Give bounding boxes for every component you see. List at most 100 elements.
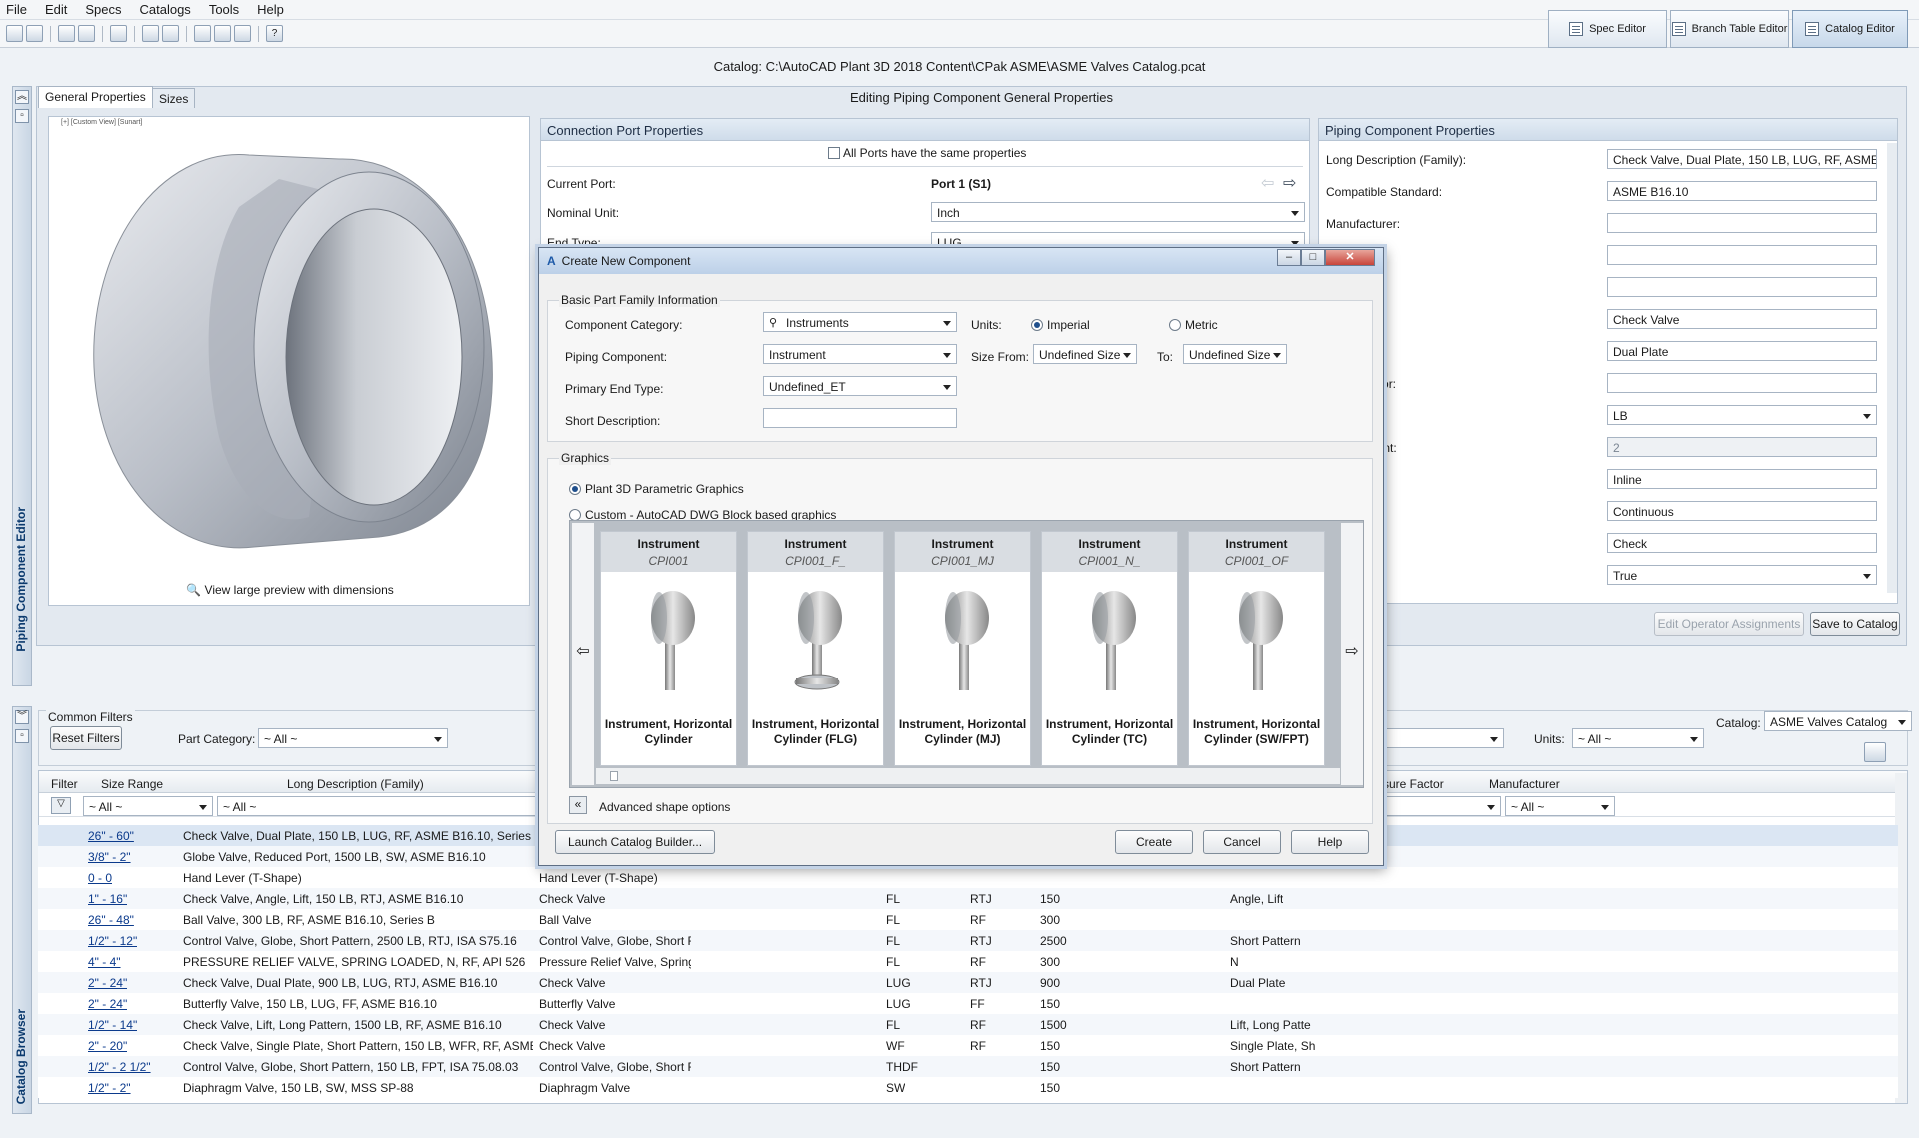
col-long-description[interactable]: Long Description (Family) (287, 777, 424, 791)
primary-end-type-select[interactable]: Undefined_ET (763, 376, 957, 396)
filter-funnel-icon[interactable]: ▽ (51, 797, 71, 814)
print-icon[interactable] (110, 25, 127, 42)
table-row[interactable]: 1" - 16" Check Valve, Angle, Lift, 150 LB… (38, 888, 1898, 909)
table-row[interactable]: 2" - 24" Butterfly Valve, 150 LB, LUG, FF… (38, 993, 1898, 1014)
tab-catalog-editor[interactable]: Catalog Editor (1792, 10, 1908, 48)
properties-scrollbar[interactable] (1887, 143, 1897, 593)
save-icon[interactable] (58, 25, 75, 42)
property-value-field[interactable]: True (1607, 565, 1877, 585)
size-to-select[interactable]: Undefined Size (1183, 344, 1287, 364)
prev-port-arrow-icon[interactable]: ⇦ (1261, 173, 1274, 193)
restore-icon[interactable]: ▫ (15, 729, 29, 743)
table-row[interactable]: 4" - 4" PRESSURE RELIEF VALVE, SPRING LOA… (38, 951, 1898, 972)
reset-filters-button[interactable]: Reset Filters (50, 726, 122, 750)
advanced-toggle-icon[interactable]: « (569, 796, 587, 814)
table-row[interactable]: 1/2" - 12" Control Valve, Globe, Short Pa… (38, 930, 1898, 951)
size-from-select[interactable]: Undefined Size (1033, 344, 1137, 364)
preview-link[interactable]: 🔍 View large preview with dimensions (49, 583, 531, 597)
property-value-field[interactable]: Check Valve, Dual Plate, 150 LB, LUG, RF… (1607, 149, 1877, 169)
table-row[interactable]: 2" - 24" Check Valve, Dual Plate, 900 LB,… (38, 972, 1898, 993)
shape-card[interactable]: Instrument CPI001 Instrument, Horizontal C… (600, 531, 737, 766)
scroll-thumb[interactable] (610, 771, 618, 781)
help-button[interactable]: Help (1291, 830, 1369, 854)
property-value-field[interactable] (1607, 213, 1877, 233)
export-icon[interactable] (162, 25, 179, 42)
tab-sizes[interactable]: Sizes (152, 88, 196, 108)
cancel-button[interactable]: Cancel (1203, 830, 1281, 854)
save-all-icon[interactable] (78, 25, 95, 42)
parametric-graphics-radio[interactable]: Plant 3D Parametric Graphics (569, 482, 744, 496)
menu-edit[interactable]: Edit (45, 2, 67, 17)
property-value-field[interactable] (1607, 373, 1877, 393)
property-value-field[interactable] (1607, 277, 1877, 297)
cell-size[interactable]: 2" - 24" (88, 976, 127, 990)
property-value-field[interactable]: Inline (1607, 469, 1877, 489)
cell-size[interactable]: 4" - 4" (88, 955, 121, 969)
cell-size[interactable]: 2" - 20" (88, 1039, 127, 1053)
property-value-field[interactable]: Dual Plate (1607, 341, 1877, 361)
cell-size[interactable]: 26" - 48" (88, 913, 134, 927)
open-icon[interactable] (26, 25, 43, 42)
minimize-icon[interactable]: – (1277, 249, 1301, 266)
table-row[interactable]: 1/2" - 14" Check Valve, Lift, Long Patter… (38, 1014, 1898, 1035)
nominal-unit-select[interactable]: Inch (931, 202, 1305, 222)
part-category-select[interactable]: ~ All ~ (258, 728, 448, 748)
table-row[interactable]: 0 - 0 Hand Lever (T-Shape) Hand Lever (T-S… (38, 867, 1898, 888)
table-row[interactable]: 1/2" - 2 1/2" Control Valve, Globe, Short… (38, 1056, 1898, 1077)
save-to-catalog-button[interactable]: Save to Catalog (1810, 612, 1900, 636)
next-port-arrow-icon[interactable]: ⇨ (1283, 173, 1296, 193)
col-manufacturer[interactable]: Manufacturer (1489, 777, 1560, 791)
piping-component-select[interactable]: Instrument (763, 344, 957, 364)
cell-size[interactable]: 0 - 0 (88, 871, 112, 885)
col-size-range[interactable]: Size Range (101, 777, 163, 791)
shape-card[interactable]: Instrument CPI001_MJ Instrument, Horizonta… (894, 531, 1031, 766)
help-icon[interactable]: ? (266, 25, 283, 42)
units-filter-select[interactable]: ~ All ~ (1572, 728, 1704, 748)
pressure-filter-select[interactable] (1373, 796, 1501, 816)
col-pressure-factor[interactable]: ssure Factor (1377, 777, 1444, 791)
close-icon[interactable]: ✕ (1325, 249, 1375, 266)
edit-operator-assignments-button[interactable]: Edit Operator Assignments (1654, 612, 1804, 636)
gallery-prev-icon[interactable]: ⇦ (572, 523, 594, 785)
menu-help[interactable]: Help (257, 2, 284, 17)
add-component-icon[interactable] (1864, 742, 1886, 762)
property-value-field[interactable] (1607, 245, 1877, 265)
property-value-field[interactable]: Check Valve (1607, 309, 1877, 329)
property-value-field[interactable]: 2 (1607, 437, 1877, 457)
table-row[interactable]: 2" - 20" Check Valve, Single Plate, Short… (38, 1035, 1898, 1056)
menu-tools[interactable]: Tools (209, 2, 239, 17)
manufacturer-filter-select[interactable]: ~ All ~ (1505, 796, 1615, 816)
all-ports-checkbox[interactable]: All Ports have the same properties (828, 146, 1026, 160)
gallery-scrollbar[interactable] (596, 768, 1340, 784)
cell-size[interactable]: 1/2" - 2 1/2" (88, 1060, 151, 1074)
short-description-input[interactable] (763, 408, 957, 428)
table-row[interactable]: 1/2" - 2" Diaphragm Valve, 150 LB, SW, MS… (38, 1077, 1898, 1098)
tab-general-properties[interactable]: General Properties (38, 86, 153, 108)
shape-card[interactable]: Instrument CPI001_N_ Instrument, Horizonta… (1041, 531, 1178, 766)
menu-file[interactable]: File (6, 2, 27, 17)
cut-icon[interactable] (194, 25, 211, 42)
metric-radio[interactable]: Metric (1169, 318, 1218, 332)
property-value-field[interactable]: LB (1607, 405, 1877, 425)
create-button[interactable]: Create (1115, 830, 1193, 854)
maximize-icon[interactable]: □ (1301, 249, 1325, 266)
cell-size[interactable]: 1/2" - 12" (88, 934, 137, 948)
cell-size[interactable]: 1" - 16" (88, 892, 127, 906)
gallery-next-icon[interactable]: ⇨ (1341, 523, 1363, 785)
advanced-shape-options-label[interactable]: Advanced shape options (599, 800, 730, 814)
shape-card[interactable]: Instrument CPI001_OF Instrument, Horizonta… (1188, 531, 1325, 766)
cell-size[interactable]: 1/2" - 14" (88, 1018, 137, 1032)
collapse-up-icon[interactable]: ︽ (15, 90, 29, 104)
import-icon[interactable] (142, 25, 159, 42)
tab-branch-table-editor[interactable]: Branch Table Editor (1670, 10, 1789, 48)
paste-icon[interactable] (234, 25, 251, 42)
component-category-select[interactable]: Instruments (763, 312, 957, 332)
restore-icon[interactable]: ▫ (15, 109, 29, 123)
table-row[interactable]: 26" - 48" Ball Valve, 300 LB, RF, ASME B1… (38, 909, 1898, 930)
catalog-select[interactable]: ASME Valves Catalog (1764, 711, 1912, 731)
new-icon[interactable] (6, 25, 23, 42)
imperial-radio[interactable]: Imperial (1031, 318, 1090, 332)
property-value-field[interactable]: ASME B16.10 (1607, 181, 1877, 201)
property-value-field[interactable]: Continuous (1607, 501, 1877, 521)
menu-specs[interactable]: Specs (85, 2, 121, 17)
